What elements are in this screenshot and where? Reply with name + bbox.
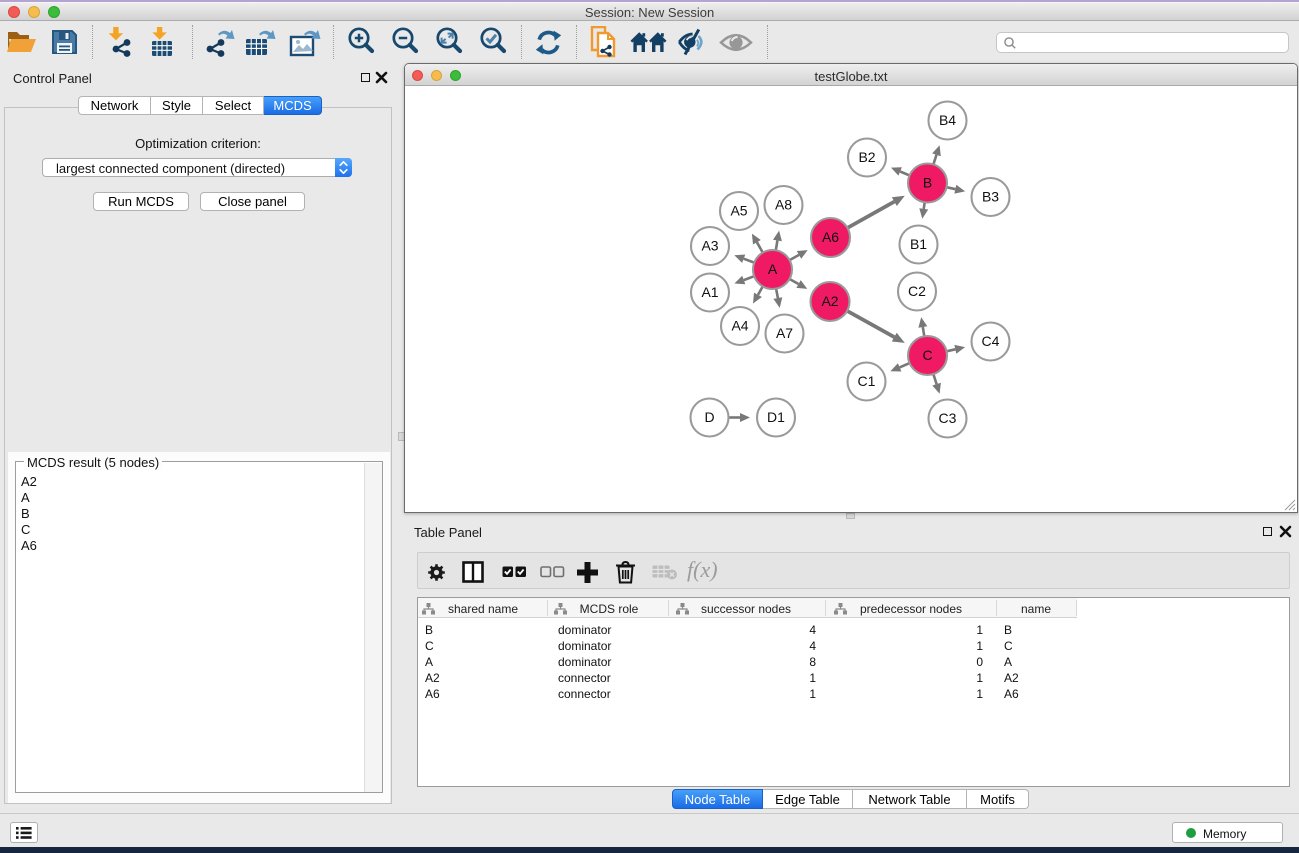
svg-text:A3: A3 — [701, 238, 718, 254]
svg-text:B4: B4 — [939, 112, 956, 128]
svg-text:B2: B2 — [858, 149, 875, 165]
svg-text:A: A — [768, 261, 778, 277]
svg-text:C1: C1 — [858, 373, 876, 389]
svg-text:A6: A6 — [822, 229, 839, 245]
svg-text:B3: B3 — [982, 189, 999, 205]
svg-text:A7: A7 — [776, 325, 793, 341]
svg-text:B1: B1 — [910, 236, 927, 252]
svg-text:A5: A5 — [730, 203, 747, 219]
svg-text:A1: A1 — [701, 284, 718, 300]
svg-text:A2: A2 — [821, 293, 838, 309]
svg-text:B: B — [923, 175, 932, 191]
svg-text:A8: A8 — [775, 197, 792, 213]
svg-text:C: C — [922, 347, 932, 363]
svg-text:A4: A4 — [731, 318, 748, 334]
svg-text:C2: C2 — [908, 283, 926, 299]
svg-text:C4: C4 — [982, 333, 1000, 349]
svg-text:C3: C3 — [939, 410, 957, 426]
svg-text:D: D — [704, 409, 714, 425]
svg-text:D1: D1 — [767, 409, 785, 425]
